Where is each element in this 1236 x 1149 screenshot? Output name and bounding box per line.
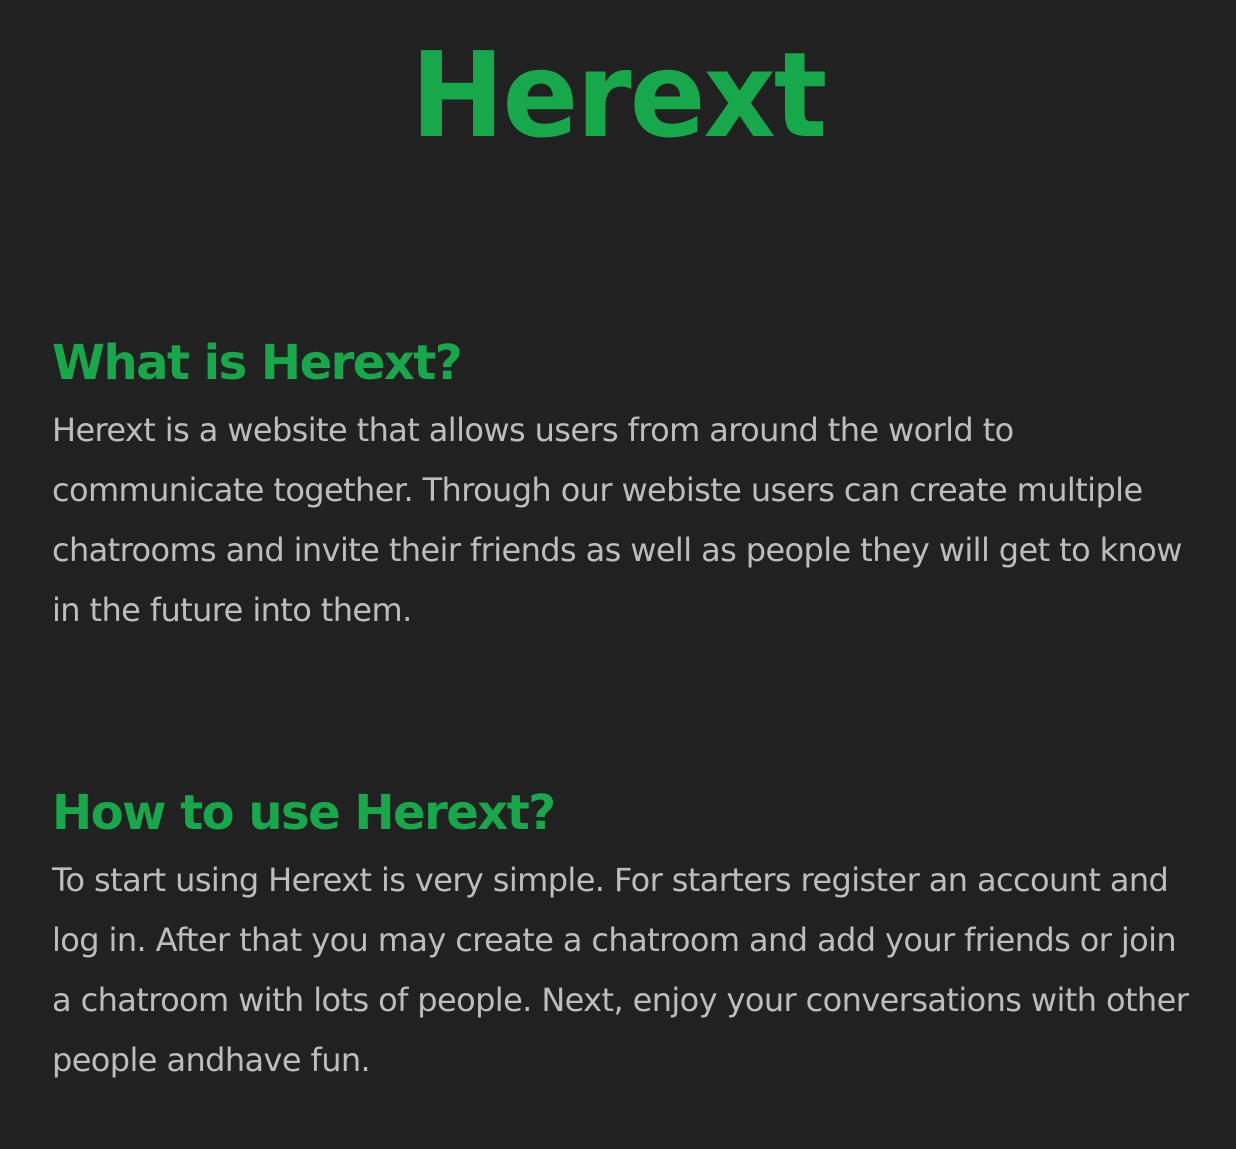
site-title: Herext (410, 27, 828, 165)
section-how-to-use: How to use Herext? To start using Herext… (52, 782, 1192, 1090)
section-what-is: What is Herext? Herext is a website that… (52, 332, 1192, 640)
section-heading-how-to-use: How to use Herext? (52, 785, 556, 841)
section-body-what-is: Herext is a website that allows users fr… (52, 411, 1182, 629)
section-heading-what-is: What is Herext? (52, 335, 463, 391)
section-body-how-to-use: To start using Herext is very simple. Fo… (52, 861, 1189, 1079)
